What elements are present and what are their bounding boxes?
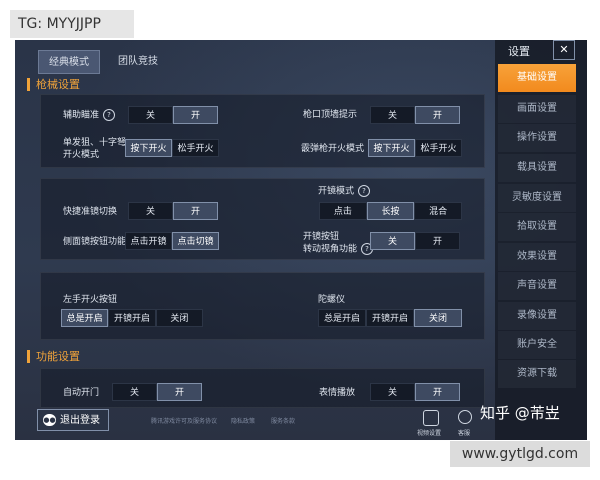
- quick-scope-off[interactable]: 关: [128, 202, 173, 220]
- video-settings-label: 视频设置: [417, 430, 442, 437]
- gyro-scope[interactable]: 开镜开启: [366, 309, 414, 327]
- aim-assist-on[interactable]: 开: [173, 106, 218, 124]
- emote-toggle: 关 开: [370, 383, 460, 401]
- sidebar-item-graphics[interactable]: 画面设置: [498, 95, 576, 123]
- gyro-off[interactable]: 关闭: [414, 309, 462, 327]
- auto-door-off[interactable]: 关: [112, 383, 157, 401]
- scope-mode-label: 开镜模式?: [318, 185, 371, 198]
- scope-rotate-on[interactable]: 开: [415, 232, 460, 250]
- sidebar-item-controls[interactable]: 操作设置: [498, 124, 576, 152]
- scope-mode-hold[interactable]: 长按: [366, 202, 415, 220]
- sidebar-item-effects[interactable]: 效果设置: [498, 243, 576, 271]
- help-icon[interactable]: ?: [358, 185, 371, 197]
- quick-scope-on[interactable]: 开: [173, 202, 218, 220]
- link-terms[interactable]: 服务条款: [271, 416, 295, 425]
- watermark-bottom: www.gytlgd.com: [450, 441, 590, 467]
- side-scope-label: 侧面镜按钮功能: [63, 237, 127, 247]
- sidebar-item-sound[interactable]: 声音设置: [498, 272, 576, 300]
- sidebar-item-vehicle[interactable]: 载具设置: [498, 154, 576, 182]
- sidebar-item-sensitivity[interactable]: 灵敏度设置: [498, 184, 576, 212]
- section-function-settings: 功能设置: [27, 350, 80, 363]
- section-gun-settings: 枪械设置: [27, 78, 80, 91]
- muzzle-hint-on[interactable]: 开: [415, 106, 460, 124]
- emote-on[interactable]: 开: [415, 383, 460, 401]
- tab-team[interactable]: 团队竞技: [107, 50, 169, 74]
- customer-service-icon[interactable]: [458, 410, 472, 424]
- link-license[interactable]: 腾讯游戏许可及服务协议: [151, 416, 217, 425]
- panel-fire-gyro: [40, 272, 485, 340]
- scope-rotate-toggle: 关 开: [370, 232, 460, 250]
- single-fire-label: 单发狙、十字弩 开火模式: [63, 138, 127, 160]
- muzzle-hint-off[interactable]: 关: [370, 106, 415, 124]
- link-privacy[interactable]: 隐私政策: [231, 416, 255, 425]
- shotgun-fire-release[interactable]: 松手开火: [415, 139, 462, 157]
- left-fire-toggle: 总是开启 开镜开启 关闭: [61, 309, 203, 327]
- side-scope-toggle: 点击开镜 点击切镜: [125, 232, 219, 250]
- logout-button[interactable]: ●● 退出登录: [37, 409, 109, 431]
- side-scope-open[interactable]: 点击开镜: [125, 232, 172, 250]
- left-fire-scope[interactable]: 开镜开启: [108, 309, 156, 327]
- left-fire-always[interactable]: 总是开启: [61, 309, 109, 327]
- aim-assist-label: 辅助瞄准?: [63, 109, 116, 122]
- quick-scope-toggle: 关 开: [128, 202, 218, 220]
- customer-service-label: 客服: [458, 430, 471, 437]
- scope-mode-toggle: 点击 长按 混合: [319, 202, 463, 220]
- aim-assist-toggle: 关 开: [128, 106, 218, 124]
- single-fire-press[interactable]: 按下开火: [125, 139, 172, 157]
- shotgun-fire-label: 霰弹枪开火模式: [301, 144, 365, 154]
- sidebar-item-basic[interactable]: 基础设置: [498, 64, 576, 92]
- sidebar-item-account[interactable]: 账户安全: [498, 331, 576, 359]
- aim-assist-off[interactable]: 关: [128, 106, 173, 124]
- side-scope-switch[interactable]: 点击切镜: [172, 232, 219, 250]
- gyro-always[interactable]: 总是开启: [318, 309, 366, 327]
- sidebar-item-download[interactable]: 资源下载: [498, 360, 576, 388]
- scope-mode-mixed[interactable]: 混合: [414, 202, 463, 220]
- left-fire-label: 左手开火按钮: [63, 295, 118, 305]
- close-icon[interactable]: ✕: [553, 40, 575, 60]
- game-settings-screen: 经典模式 团队竞技 枪械设置 辅助瞄准? 关 开 枪口顶墙提示 关 开 单发狙、…: [15, 40, 587, 440]
- scope-rotate-label: 开镜按钮 转动视角功能?: [303, 231, 374, 256]
- quick-scope-label: 快捷准镜切换: [63, 207, 118, 217]
- video-settings-icon[interactable]: [423, 410, 439, 426]
- scope-mode-tap[interactable]: 点击: [319, 202, 367, 220]
- gyro-label: 陀螺仪: [318, 295, 346, 305]
- single-fire-release[interactable]: 松手开火: [172, 139, 219, 157]
- auto-door-on[interactable]: 开: [157, 383, 202, 401]
- zhihu-watermark: 知乎 @芾岦: [480, 404, 560, 422]
- wechat-icon: ●●: [43, 414, 56, 426]
- emote-label: 表情播放: [319, 388, 356, 398]
- auto-door-label: 自动开门: [63, 388, 100, 398]
- emote-off[interactable]: 关: [370, 383, 415, 401]
- left-fire-off[interactable]: 关闭: [155, 309, 203, 327]
- auto-door-toggle: 关 开: [112, 383, 202, 401]
- sidebar-item-replay[interactable]: 录像设置: [498, 302, 576, 330]
- sidebar-title: 设置: [508, 45, 530, 58]
- scope-rotate-off[interactable]: 关: [370, 232, 415, 250]
- muzzle-hint-toggle: 关 开: [370, 106, 460, 124]
- muzzle-hint-label: 枪口顶墙提示: [303, 110, 358, 120]
- single-fire-toggle: 按下开火 松手开火: [125, 139, 219, 157]
- sidebar-item-pickup[interactable]: 拾取设置: [498, 213, 576, 241]
- help-icon[interactable]: ?: [103, 109, 116, 121]
- watermark-top: TG: MYYJJPP: [10, 10, 134, 38]
- shotgun-fire-toggle: 按下开火 松手开火: [368, 139, 462, 157]
- gyro-toggle: 总是开启 开镜开启 关闭: [318, 309, 462, 327]
- shotgun-fire-press[interactable]: 按下开火: [368, 139, 415, 157]
- tab-classic[interactable]: 经典模式: [38, 50, 100, 74]
